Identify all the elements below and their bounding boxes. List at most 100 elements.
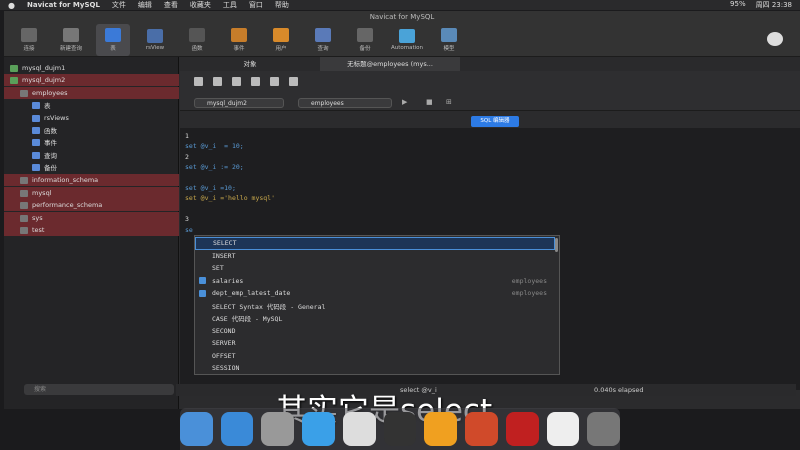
editor-tool-icons	[194, 77, 298, 86]
main-toolbar: 连接 新建查询 表 rsView 函数 事件 用户 查询 备份 Automation 模型	[4, 24, 800, 57]
dock-launchpad-icon[interactable]	[261, 412, 295, 446]
toolbar-backup-button[interactable]: 备份	[348, 24, 382, 56]
autocomplete-text: SELECT	[213, 239, 237, 248]
autocomplete-scrollbar[interactable]	[555, 238, 558, 252]
connection-icon	[10, 64, 18, 72]
autocomplete-item[interactable]: OFFSET	[195, 350, 555, 363]
dock-safari-icon[interactable]	[302, 412, 335, 446]
dock-terminal-icon[interactable]	[383, 412, 417, 446]
sidebar-item-node-views[interactable]: rsViews	[4, 112, 69, 124]
sidebar-item-db-test[interactable]: test	[4, 224, 179, 236]
sidebar-search-input[interactable]: 搜索	[24, 384, 174, 395]
run-icon[interactable]: ▶	[402, 98, 407, 106]
tab-query-editor[interactable]: 无标题@employees (mys...	[320, 57, 460, 71]
code-text: set @v_i := 20;	[185, 163, 244, 172]
dock-finder-icon[interactable]	[179, 412, 213, 446]
toolbar-new-query-button[interactable]: 新建查询	[54, 24, 88, 56]
autocomplete-item[interactable]: SET	[195, 262, 555, 275]
table-icon	[199, 277, 206, 285]
menu-edit[interactable]: 编辑	[138, 0, 152, 10]
sidebar-item-node-events[interactable]: 事件	[4, 136, 57, 148]
toolbar-label: rsView	[145, 45, 165, 51]
sidebar-item-conn-mysql-dujm2[interactable]: mysql_dujm2	[4, 74, 179, 86]
code-text: set @v_i = 10;	[185, 142, 244, 151]
explain-icon[interactable]: ⊞	[446, 98, 452, 106]
toolbar-function-button[interactable]: 函数	[180, 24, 214, 56]
toolbar-connect-button[interactable]: 连接	[12, 24, 46, 56]
toolbar-table-button[interactable]: 表	[96, 24, 130, 56]
connect-icon	[21, 28, 37, 42]
autocomplete-item[interactable]: INSERT	[195, 250, 555, 263]
event-icon	[231, 28, 247, 42]
sidebar-item-db-information-schema[interactable]: information_schema	[4, 174, 179, 186]
autocomplete-text: dept_emp_latest_date	[212, 289, 291, 298]
battery-status[interactable]: 95%	[730, 0, 746, 10]
sidebar-item-db-employees[interactable]: employees	[4, 87, 179, 99]
connection-select[interactable]: mysql_dujm2	[194, 98, 284, 108]
sidebar-item-node-queries[interactable]: 查询	[4, 149, 57, 161]
query-builder-icon[interactable]	[213, 77, 222, 86]
sql-editor-button[interactable]: SQL 编辑器	[471, 116, 519, 127]
user-icon	[273, 28, 289, 42]
sidebar-item-conn-mysql-dujm1[interactable]: mysql_dujm1	[4, 62, 65, 74]
dock-app-store-icon[interactable]	[220, 412, 254, 446]
dock-preview-icon[interactable]	[342, 412, 376, 446]
toolbar-automation-button[interactable]: Automation	[390, 24, 424, 56]
stop-icon[interactable]: ■	[426, 98, 433, 106]
menu-app-name[interactable]: Navicat for MySQL	[27, 1, 100, 9]
dock-sublime-icon[interactable]	[424, 412, 458, 446]
sidebar-item-node-backups[interactable]: 备份	[4, 161, 57, 173]
text-icon[interactable]	[270, 77, 279, 86]
code-line: set @v_i ='hello mysql'	[185, 194, 275, 202]
menu-view[interactable]: 查看	[164, 0, 178, 10]
sidebar-item-db-performance-schema[interactable]: performance_schema	[4, 199, 179, 211]
toolbar-label: 新建查询	[59, 46, 82, 52]
beautify-icon[interactable]	[232, 77, 241, 86]
apple-icon[interactable]: ●	[8, 1, 15, 10]
autocomplete-text: CASE 代码段 - MySQL	[212, 315, 283, 324]
export-icon[interactable]	[289, 77, 298, 86]
sidebar-item-db-sys[interactable]: sys	[4, 212, 179, 224]
dock-trash-icon[interactable]	[587, 412, 621, 446]
autocomplete-item[interactable]: SELECT Syntax 代码段 - General	[195, 300, 555, 313]
sidebar-item-db-mysql[interactable]: mysql	[4, 187, 179, 199]
autocomplete-item[interactable]: SESSION	[195, 362, 555, 375]
folder-icon	[32, 151, 40, 159]
menu-help[interactable]: 帮助	[275, 0, 289, 10]
sidebar-item-node-functions[interactable]: 函数	[4, 124, 57, 136]
dock-powerpoint-icon[interactable]	[465, 412, 498, 446]
menu-tools[interactable]: 工具	[223, 0, 237, 10]
sidebar-item-label: employees	[32, 89, 68, 97]
autocomplete-item[interactable]: SECOND	[195, 325, 555, 338]
autocomplete-item[interactable]: CASE 代码段 - MySQL	[195, 312, 555, 325]
autocomplete-item[interactable]: dept_emp_latest_date employees	[195, 287, 555, 300]
autocomplete-item[interactable]: salaries employees	[195, 275, 555, 288]
database-select[interactable]: employees	[298, 98, 392, 108]
automation-icon	[399, 29, 415, 43]
tab-objects[interactable]: 对象	[180, 57, 320, 71]
autocomplete-meta: employees	[511, 289, 547, 298]
toolbar-user-button[interactable]: 用户	[264, 24, 298, 56]
toolbar-query-button[interactable]: 查询	[306, 24, 340, 56]
user-avatar[interactable]	[758, 24, 792, 56]
toolbar-model-button[interactable]: 模型	[432, 24, 466, 56]
database-icon	[20, 226, 28, 234]
connection-icon	[10, 76, 18, 84]
toolbar-event-button[interactable]: 事件	[222, 24, 256, 56]
save-icon[interactable]	[194, 77, 203, 86]
toolbar-rsview-button[interactable]: rsView	[138, 24, 172, 56]
code-line: 1	[185, 132, 189, 140]
code-snippet-icon[interactable]	[251, 77, 260, 86]
clock[interactable]: 周四 23:38	[756, 0, 792, 10]
dock-screenshot-icon[interactable]	[546, 412, 580, 446]
sidebar: 搜索 mysql_dujm1 mysql_dujm2 employees 表 rsVie…	[4, 57, 179, 409]
autocomplete-item[interactable]: SERVER	[195, 337, 555, 350]
dock-app-red-icon[interactable]	[505, 412, 539, 446]
sidebar-item-node-tables[interactable]: 表	[4, 99, 51, 111]
folder-icon	[32, 163, 40, 171]
menu-window[interactable]: 窗口	[249, 0, 263, 10]
autocomplete-item[interactable]: SELECT	[195, 237, 555, 250]
toolbar-label: 备份	[359, 46, 371, 52]
menu-file[interactable]: 文件	[112, 0, 126, 10]
menu-favorites[interactable]: 收藏夹	[190, 0, 211, 10]
